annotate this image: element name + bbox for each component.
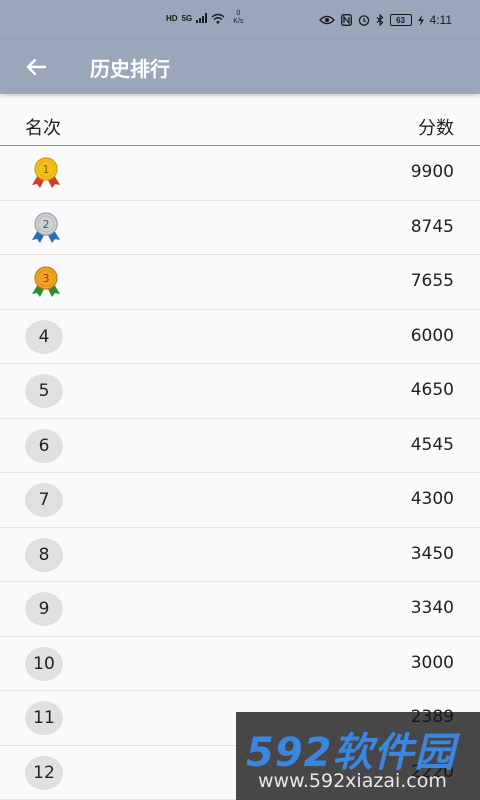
rank-badge: 7 xyxy=(25,483,63,517)
rank-badge: 10 xyxy=(25,646,63,681)
status-time: 4:11 xyxy=(429,13,452,27)
alarm-icon xyxy=(358,15,369,26)
net-speed-value: 0 xyxy=(236,10,241,17)
back-arrow-icon[interactable] xyxy=(24,55,48,79)
score-value: 3000 xyxy=(410,652,454,673)
score-value: 4300 xyxy=(410,489,454,509)
rank-badge: 11 xyxy=(25,701,63,735)
column-rank-label: 名次 xyxy=(25,118,61,139)
watermark-url: www.592xiazai.com xyxy=(258,770,447,792)
signal-icon xyxy=(196,13,208,23)
eye-icon xyxy=(318,15,335,25)
ranking-row[interactable]: 5 4650 xyxy=(0,364,480,419)
status-bar: HD 5G 0 K/s 63 4:11 xyxy=(0,0,480,40)
net-speed: 0 K/s xyxy=(233,10,243,26)
battery-icon: 63 xyxy=(389,14,412,26)
score-value: 8745 xyxy=(410,216,454,237)
nfc-icon xyxy=(340,14,352,26)
net-speed-unit: K/s xyxy=(233,18,244,25)
score-value: 4650 xyxy=(410,380,454,400)
ranking-row[interactable]: 6 4545 xyxy=(0,419,480,473)
rank-badge: 12 xyxy=(25,755,63,790)
ranking-row[interactable]: 10 3000 xyxy=(0,637,480,691)
rank-badge: 9 xyxy=(25,592,63,626)
status-left-group: HD 5G 0 K/s xyxy=(166,10,243,26)
gold-medal-icon: 1 xyxy=(32,157,60,188)
rank-badge: 5 xyxy=(25,374,63,408)
score-value: 3340 xyxy=(410,598,454,618)
medal-number: 2 xyxy=(43,218,50,231)
medal-number: 1 xyxy=(43,163,50,176)
column-score-label: 分数 xyxy=(418,118,454,139)
page-title: 历史排行 xyxy=(90,57,170,81)
app-bar: 历史排行 xyxy=(0,40,480,94)
charging-icon xyxy=(417,14,424,26)
ranking-row[interactable]: 9 3340 xyxy=(0,582,480,637)
rank-badge: 6 xyxy=(25,428,63,463)
wifi-icon xyxy=(211,13,225,24)
ranking-row[interactable]: 8 3450 xyxy=(0,528,480,582)
score-value: 6000 xyxy=(410,325,454,346)
bluetooth-icon xyxy=(376,14,383,26)
score-value: 4545 xyxy=(410,434,454,455)
rank-badge: 4 xyxy=(25,319,63,354)
hd-indicator: HD xyxy=(166,13,178,23)
list-header: 名次 分数 xyxy=(0,108,480,146)
ranking-row[interactable]: 2 8745 xyxy=(0,201,480,255)
medal-number: 3 xyxy=(43,272,50,285)
score-value: 9900 xyxy=(410,162,454,182)
ranking-row[interactable]: 7 4300 xyxy=(0,473,480,528)
ranking-row[interactable]: 4 6000 xyxy=(0,310,480,364)
ranking-list: 1 9900 2 8745 3 7655 4 6000 5 4650 6 454… xyxy=(0,146,480,800)
rank-badge: 8 xyxy=(25,537,63,572)
silver-medal-icon: 2 xyxy=(32,211,60,243)
ranking-row[interactable]: 3 7655 xyxy=(0,255,480,310)
score-value: 7655 xyxy=(410,271,454,291)
ranking-row[interactable]: 1 9900 xyxy=(0,146,480,201)
network-type: 5G xyxy=(181,13,193,23)
score-value: 3450 xyxy=(410,543,454,564)
bronze-medal-icon: 3 xyxy=(32,266,60,297)
watermark-overlay: 592软件园 www.592xiazai.com xyxy=(236,712,480,800)
